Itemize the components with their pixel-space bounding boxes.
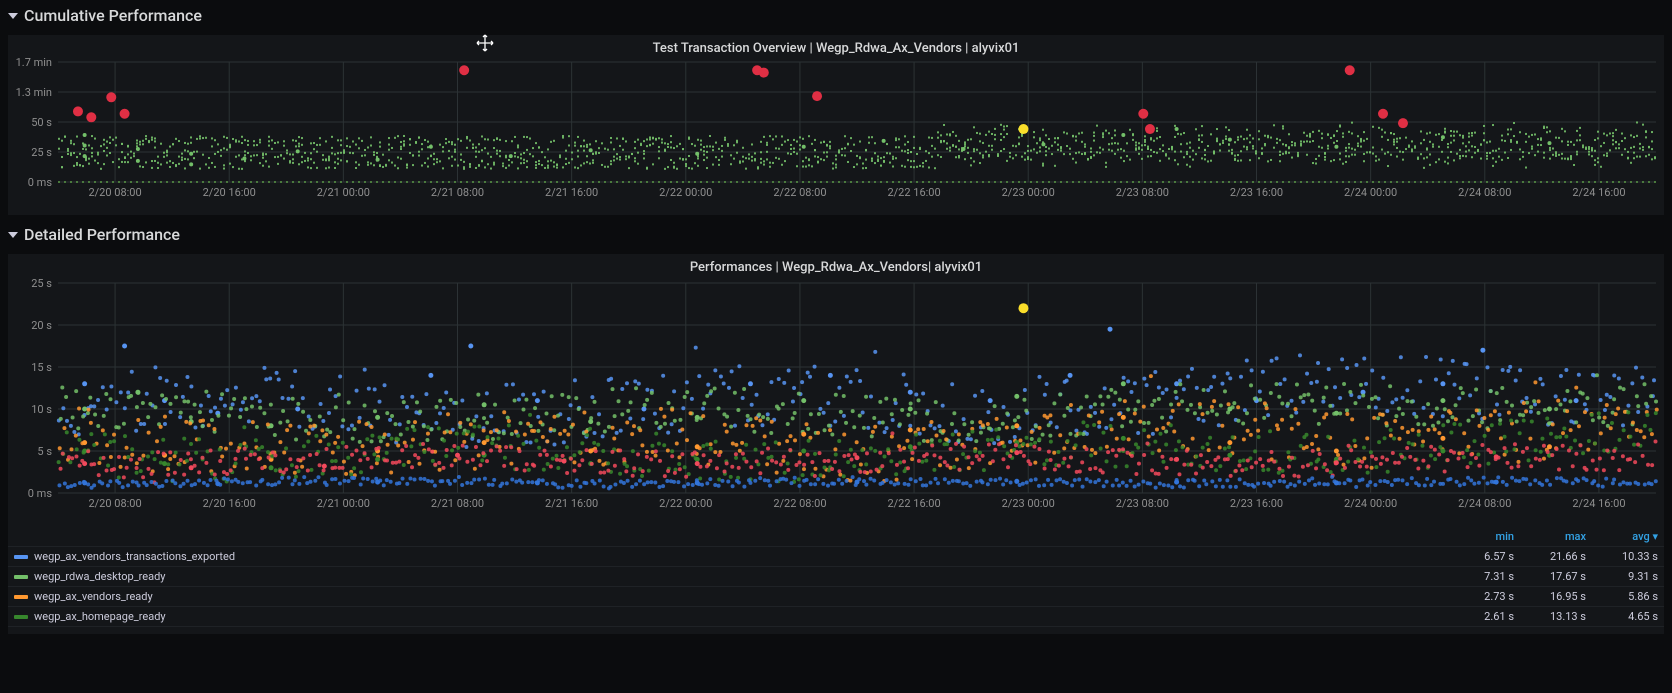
chart-detailed[interactable]: 0 ms 5 s 10 s 15 s 20 s 25 s 2/20 08:00 2/20 16…: [8, 277, 1664, 527]
svg-text:0 ms: 0 ms: [28, 487, 53, 500]
legend-series-name: wegp_ax_vendors_transactions_exported: [34, 550, 235, 563]
legend-row[interactable]: wegp_ax_vendors_transactions_exported 6.5…: [8, 547, 1664, 567]
svg-text:2/23 08:00: 2/23 08:00: [1116, 186, 1169, 199]
legend-swatch: [14, 595, 28, 599]
legend-swatch: [14, 555, 28, 559]
row-header-detailed[interactable]: Detailed Performance: [0, 219, 1672, 250]
svg-text:2/22 08:00: 2/22 08:00: [773, 186, 826, 199]
svg-text:2/22 00:00: 2/22 00:00: [659, 186, 712, 199]
svg-text:2/21 16:00: 2/21 16:00: [545, 186, 598, 199]
legend-table: min max avg wegp_ax_vendors_transactions…: [8, 527, 1664, 627]
svg-text:2/21 00:00: 2/21 00:00: [317, 186, 370, 199]
svg-text:15 s: 15 s: [31, 361, 52, 374]
svg-text:2/24 00:00: 2/24 00:00: [1344, 186, 1397, 199]
legend-swatch: [14, 575, 28, 579]
legend-max: 17.67 s: [1520, 567, 1592, 587]
svg-text:2/23 16:00: 2/23 16:00: [1230, 497, 1283, 510]
row-title-detailed: Detailed Performance: [24, 225, 180, 244]
svg-text:2/22 16:00: 2/22 16:00: [887, 186, 940, 199]
svg-text:5 s: 5 s: [37, 445, 52, 458]
row-header-cumulative[interactable]: Cumulative Performance: [0, 0, 1672, 31]
legend-min: 7.31 s: [1448, 567, 1520, 587]
legend-row[interactable]: wegp_ax_vendors_ready 2.73 s16.95 s5.86 s: [8, 587, 1664, 607]
svg-text:20 s: 20 s: [31, 319, 52, 332]
svg-text:2/21 08:00: 2/21 08:00: [431, 186, 484, 199]
chevron-down-icon: [8, 13, 18, 19]
legend-row[interactable]: wegp_rdwa_desktop_ready 7.31 s17.67 s9.31…: [8, 567, 1664, 587]
svg-text:2/21 16:00: 2/21 16:00: [545, 497, 598, 510]
legend-series-name: wegp_rdwa_desktop_ready: [34, 570, 166, 583]
svg-text:2/24 08:00: 2/24 08:00: [1458, 186, 1511, 199]
svg-text:2/23 00:00: 2/23 00:00: [1002, 186, 1055, 199]
legend-min: 6.57 s: [1448, 547, 1520, 567]
legend-series-name: wegp_ax_vendors_ready: [34, 590, 153, 603]
row-title-cumulative: Cumulative Performance: [24, 6, 202, 25]
svg-text:2/22 16:00: 2/22 16:00: [887, 497, 940, 510]
legend-header-avg[interactable]: avg: [1592, 527, 1664, 547]
legend-avg: 4.65 s: [1592, 607, 1664, 627]
svg-text:0 ms: 0 ms: [28, 176, 53, 189]
svg-text:1.3 min: 1.3 min: [16, 86, 52, 99]
chart-cumulative[interactable]: 0 ms 25 s 50 s 1.3 min 1.7 min 2/20 08:00 2/20…: [8, 58, 1664, 213]
legend-min: 2.61 s: [1448, 607, 1520, 627]
svg-text:2/24 00:00: 2/24 00:00: [1344, 497, 1397, 510]
svg-text:2/21 08:00: 2/21 08:00: [431, 497, 484, 510]
svg-text:2/22 08:00: 2/22 08:00: [773, 497, 826, 510]
svg-text:2/20 16:00: 2/20 16:00: [203, 186, 256, 199]
legend-max: 16.95 s: [1520, 587, 1592, 607]
panel-title-1: Test Transaction Overview | Wegp_Rdwa_Ax…: [8, 35, 1664, 58]
legend-series-name: wegp_ax_homepage_ready: [34, 610, 166, 623]
legend-header-min[interactable]: min: [1448, 527, 1520, 547]
panel-detailed[interactable]: Performances | Wegp_Rdwa_Ax_Vendors| aly…: [8, 254, 1664, 634]
chevron-down-icon: [8, 232, 18, 238]
svg-text:1.7 min: 1.7 min: [16, 58, 52, 69]
legend-avg: 5.86 s: [1592, 587, 1664, 607]
panel-title-2: Performances | Wegp_Rdwa_Ax_Vendors| aly…: [8, 254, 1664, 277]
svg-text:2/23 08:00: 2/23 08:00: [1116, 497, 1169, 510]
svg-text:2/24 16:00: 2/24 16:00: [1572, 497, 1625, 510]
legend-max: 21.66 s: [1520, 547, 1592, 567]
legend-header-max[interactable]: max: [1520, 527, 1592, 547]
svg-text:2/23 00:00: 2/23 00:00: [1002, 497, 1055, 510]
svg-text:2/23 16:00: 2/23 16:00: [1230, 186, 1283, 199]
legend-avg: 9.31 s: [1592, 567, 1664, 587]
svg-text:50 s: 50 s: [31, 116, 52, 129]
svg-text:2/24 16:00: 2/24 16:00: [1572, 186, 1625, 199]
legend-row[interactable]: wegp_ax_homepage_ready 2.61 s13.13 s4.65 …: [8, 607, 1664, 627]
panel-cumulative[interactable]: Test Transaction Overview | Wegp_Rdwa_Ax…: [8, 35, 1664, 215]
legend-swatch: [14, 615, 28, 619]
svg-text:2/22 00:00: 2/22 00:00: [659, 497, 712, 510]
legend-min: 2.73 s: [1448, 587, 1520, 607]
svg-text:2/24 08:00: 2/24 08:00: [1458, 497, 1511, 510]
legend-max: 13.13 s: [1520, 607, 1592, 627]
legend-avg: 10.33 s: [1592, 547, 1664, 567]
svg-text:2/20 08:00: 2/20 08:00: [88, 186, 141, 199]
svg-text:25 s: 25 s: [31, 146, 52, 159]
svg-text:25 s: 25 s: [31, 277, 52, 290]
svg-text:2/21 00:00: 2/21 00:00: [317, 497, 370, 510]
svg-text:2/20 16:00: 2/20 16:00: [203, 497, 256, 510]
svg-text:2/20 08:00: 2/20 08:00: [88, 497, 141, 510]
svg-text:10 s: 10 s: [31, 403, 52, 416]
